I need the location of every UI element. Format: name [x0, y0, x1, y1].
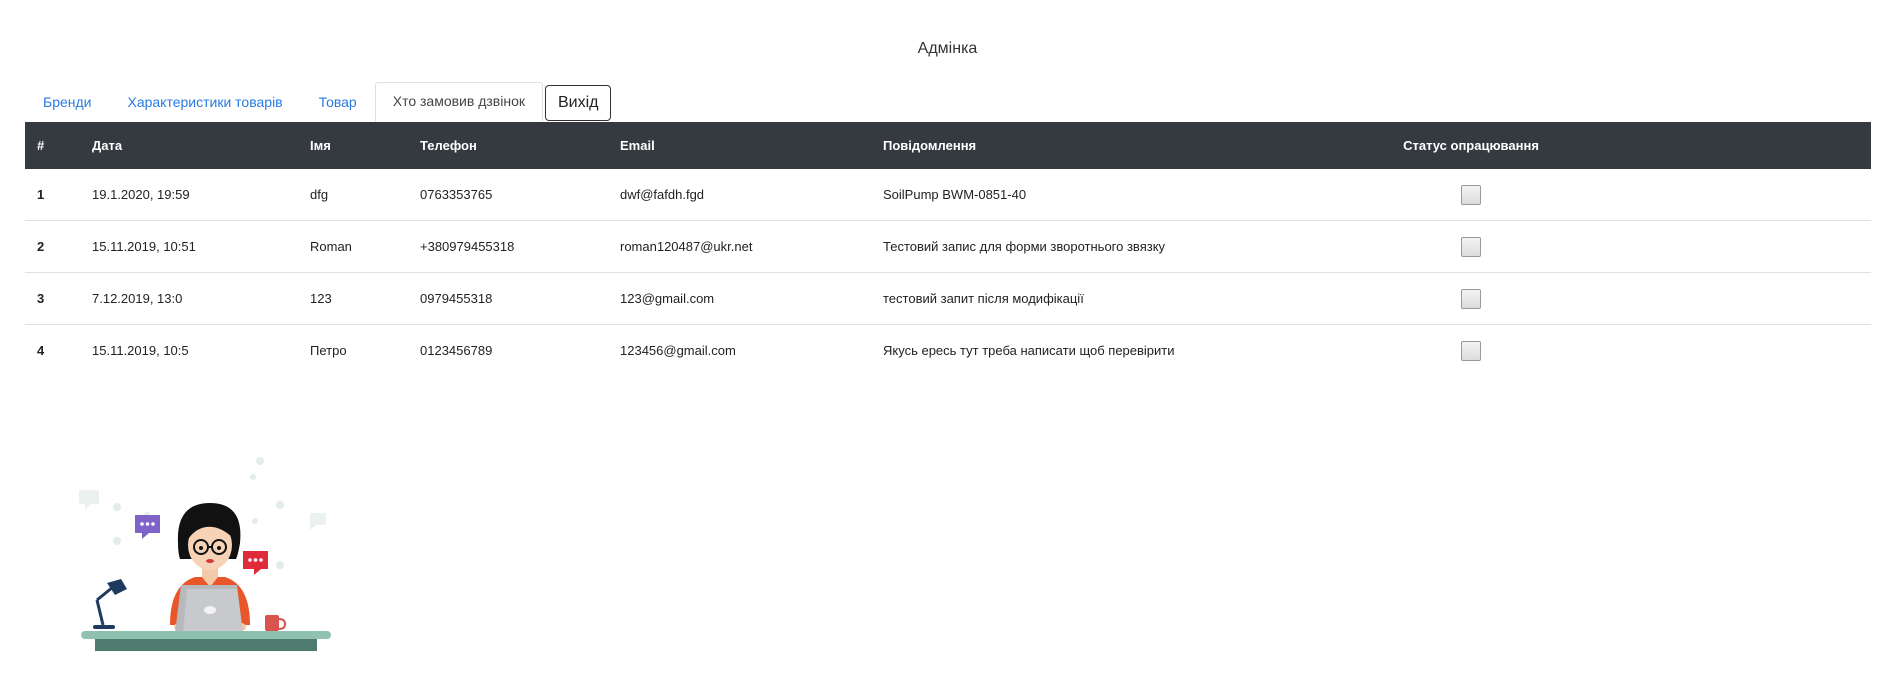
status-checkbox[interactable]	[1461, 236, 1481, 257]
callback-requests-table: # Дата Імя Телефон Email Повідомлення Ст…	[25, 122, 1871, 376]
column-header-date: Дата	[80, 122, 298, 169]
tab-brands[interactable]: Бренди	[25, 83, 109, 122]
row-spacer	[1571, 220, 1871, 273]
row-email: dwf@fafdh.fgd	[608, 169, 871, 221]
tab-callback-requests[interactable]: Хто замовив дзвінок	[374, 82, 543, 122]
row-name: dfg	[298, 169, 408, 221]
row-email: roman120487@ukr.net	[608, 220, 871, 273]
status-checkbox[interactable]	[1461, 288, 1481, 309]
row-message: SoilPump BWM-0851-40	[871, 169, 1371, 221]
column-header-name: Імя	[298, 122, 408, 169]
row-phone: 0123456789	[420, 343, 493, 358]
column-header-number: #	[25, 122, 80, 169]
tab-product[interactable]: Товар	[301, 83, 375, 122]
row-name: Roman	[298, 220, 408, 273]
tab-product-characteristics[interactable]: Характеристики товарів	[109, 83, 300, 122]
row-status	[1371, 220, 1571, 273]
row-status	[1371, 169, 1571, 221]
column-header-message: Повідомлення	[871, 122, 1371, 169]
row-email: 123456@gmail.com	[620, 343, 736, 358]
row-number: 4	[37, 343, 45, 358]
row-status	[1371, 272, 1571, 325]
table-row: 4 15.11.2019, 10:5 Петро 0123456789 1234…	[25, 325, 1871, 377]
column-header-status: Статус опрацювання	[1371, 122, 1571, 169]
office-worker-illustration	[79, 457, 331, 651]
logout-button[interactable]: Вихід	[544, 85, 612, 121]
row-name: 123	[298, 272, 408, 325]
table-row: 2 15.11.2019, 10:51 Roman +380979455318 …	[25, 220, 1871, 273]
row-phone: +380979455318	[408, 220, 608, 273]
row-date: 19.1.2020, 19:59	[80, 169, 298, 221]
row-status	[1371, 325, 1571, 377]
row-name: Петро	[310, 343, 347, 358]
row-phone: 0763353765	[408, 169, 608, 221]
desk	[81, 631, 331, 639]
row-date: 15.11.2019, 10:51	[80, 220, 298, 273]
page-title: Адмінка	[917, 40, 978, 57]
column-header-email: Email	[608, 122, 871, 169]
row-spacer	[1571, 169, 1871, 221]
column-header-phone: Телефон	[408, 122, 608, 169]
nav-tabs: Бренди Характеристики товарів Товар Хто …	[25, 82, 612, 122]
status-checkbox[interactable]	[1461, 184, 1481, 205]
chat-bubble-icon	[243, 551, 268, 575]
row-date: 7.12.2019, 13:0	[80, 272, 298, 325]
table-header-row: # Дата Імя Телефон Email Повідомлення Ст…	[25, 122, 1871, 169]
row-number: 3	[25, 272, 80, 325]
row-spacer	[1571, 272, 1871, 325]
row-number: 2	[25, 220, 80, 273]
row-date: 15.11.2019, 10:5	[92, 343, 189, 358]
column-header-spacer	[1571, 122, 1871, 169]
row-number: 1	[25, 169, 80, 221]
table-row: 3 7.12.2019, 13:0 123 0979455318 123@gma…	[25, 272, 1871, 325]
coffee-mug-icon	[265, 615, 279, 631]
desk-lamp-icon	[93, 625, 115, 629]
row-message: Якусь ересь тут треба написати щоб перев…	[883, 343, 1175, 358]
row-message: Тестовий запис для форми зворотнього звя…	[871, 220, 1371, 273]
table-row: 1 19.1.2020, 19:59 dfg 0763353765 dwf@fa…	[25, 169, 1871, 221]
row-spacer	[1571, 325, 1871, 377]
row-email: 123@gmail.com	[608, 272, 871, 325]
row-phone: 0979455318	[408, 272, 608, 325]
chat-bubble-icon	[135, 515, 160, 539]
row-message: тестовий запит після модифікації	[871, 272, 1371, 325]
status-checkbox[interactable]	[1461, 340, 1481, 361]
